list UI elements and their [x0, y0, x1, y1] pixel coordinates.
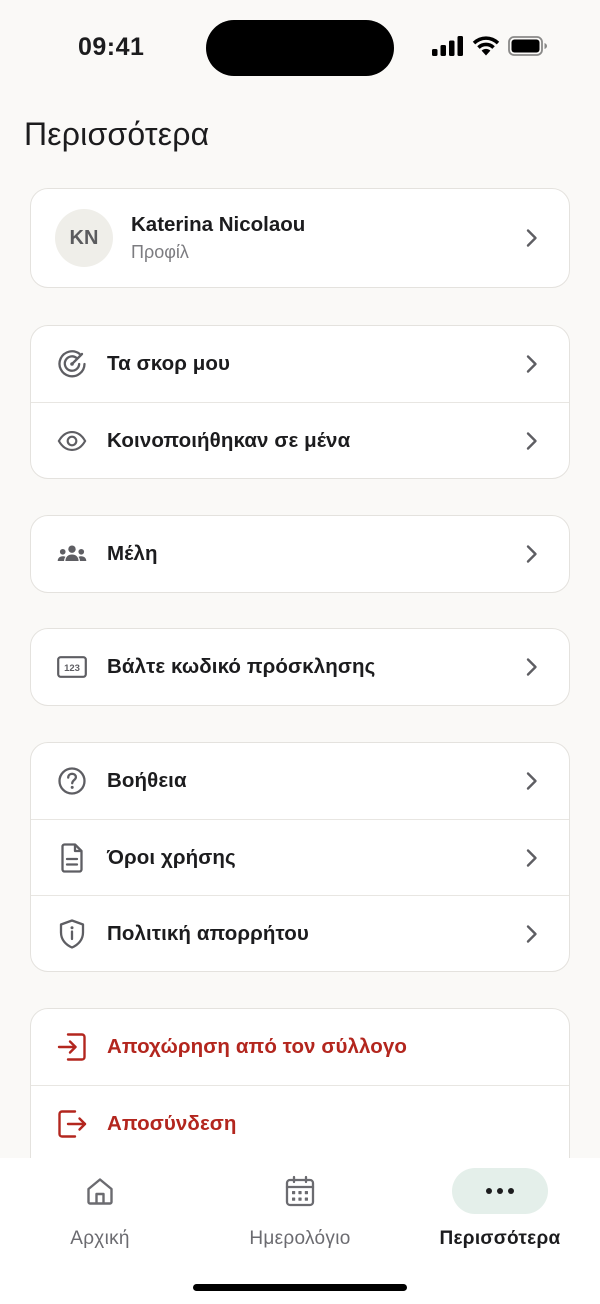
scores-group: Τα σκορ μου Κοινοποιήθηκαν σε μένα: [30, 325, 570, 479]
avatar: KN: [55, 209, 113, 267]
leave-icon: [57, 1032, 87, 1062]
members-group: Μέλη: [30, 515, 570, 593]
menu-item-label: Κοινοποιήθηκαν σε μένα: [107, 428, 351, 452]
battery-icon: [508, 36, 547, 56]
support-group: Βοήθεια Όροι χρήσης Πολιτική απορρήτου: [30, 742, 570, 972]
tab-more[interactable]: Περισσότερα: [400, 1168, 600, 1258]
menu-item-my-scores[interactable]: Τα σκορ μου: [31, 326, 569, 402]
eye-icon: [57, 426, 87, 456]
tab-label: Αρχική: [70, 1228, 130, 1249]
menu-item-shared-with-me[interactable]: Κοινοποιήθηκαν σε μένα: [31, 402, 569, 478]
code-123-icon: 123: [57, 652, 87, 682]
tab-bar: Αρχική Ημερολόγιο Περισσότερα: [0, 1158, 600, 1304]
cellular-signal-icon: [432, 36, 463, 56]
menu-item-label: Όροι χρήσης: [107, 845, 236, 869]
group-icon: [57, 539, 87, 569]
chevron-right-icon: [521, 227, 543, 249]
menu-item-privacy[interactable]: Πολιτική απορρήτου: [31, 895, 569, 971]
chevron-right-icon: [521, 353, 543, 375]
target-icon: [57, 349, 87, 379]
menu-item-label: Αποσύνδεση: [107, 1111, 237, 1135]
chevron-right-icon: [521, 770, 543, 792]
menu-item-terms[interactable]: Όροι χρήσης: [31, 819, 569, 895]
dynamic-island: [206, 20, 394, 76]
menu-item-label: Αποχώρηση από τον σύλλογο: [107, 1035, 408, 1058]
document-icon: [57, 842, 87, 873]
home-icon: [52, 1168, 148, 1214]
more-icon: [452, 1168, 548, 1214]
menu-item-members[interactable]: Μέλη: [31, 516, 569, 592]
svg-text:123: 123: [64, 663, 80, 674]
profile-text: Katerina Nicolaou Προφίλ: [131, 213, 521, 263]
help-circle-icon: [57, 766, 87, 796]
page-title: Περισσότερα: [24, 116, 210, 152]
menu-item-logout[interactable]: Αποσύνδεση: [31, 1085, 569, 1161]
status-time: 09:41: [78, 33, 145, 61]
home-indicator: [193, 1284, 407, 1291]
status-icons: [432, 36, 548, 56]
profile-row[interactable]: KN Katerina Nicolaou Προφίλ: [31, 189, 569, 287]
calendar-icon: [252, 1168, 348, 1214]
tab-label: Περισσότερα: [439, 1228, 561, 1249]
profile-card: KN Katerina Nicolaou Προφίλ: [30, 188, 570, 288]
menu-item-label: Βοήθεια: [107, 769, 187, 792]
chevron-right-icon: [521, 656, 543, 678]
wifi-icon: [472, 36, 500, 56]
status-bar: 09:41: [0, 0, 600, 96]
chevron-right-icon: [521, 847, 543, 869]
tab-home[interactable]: Αρχική: [0, 1168, 200, 1258]
profile-subtitle: Προφίλ: [131, 242, 189, 262]
menu-item-help[interactable]: Βοήθεια: [31, 743, 569, 819]
menu-item-label: Τα σκορ μου: [107, 352, 231, 375]
shield-icon: [57, 918, 87, 949]
menu-item-label: Μέλη: [107, 542, 158, 565]
tab-label: Ημερολόγιο: [249, 1228, 351, 1249]
chevron-right-icon: [521, 543, 543, 565]
invite-group: 123 Βάλτε κωδικό πρόσκλησης: [30, 628, 570, 706]
menu-item-leave-club[interactable]: Αποχώρηση από τον σύλλογο: [31, 1009, 569, 1085]
chevron-right-icon: [521, 923, 543, 945]
menu-item-label: Βάλτε κωδικό πρόσκλησης: [107, 655, 376, 678]
tab-calendar[interactable]: Ημερολόγιο: [200, 1168, 400, 1258]
profile-name: Katerina Nicolaou: [131, 213, 306, 236]
logout-icon: [57, 1109, 87, 1139]
account-group: Αποχώρηση από τον σύλλογο Αποσύνδεση: [30, 1008, 570, 1178]
menu-item-invite-code[interactable]: 123 Βάλτε κωδικό πρόσκλησης: [31, 629, 569, 705]
chevron-right-icon: [521, 430, 543, 452]
menu-item-label: Πολιτική απορρήτου: [107, 921, 309, 945]
